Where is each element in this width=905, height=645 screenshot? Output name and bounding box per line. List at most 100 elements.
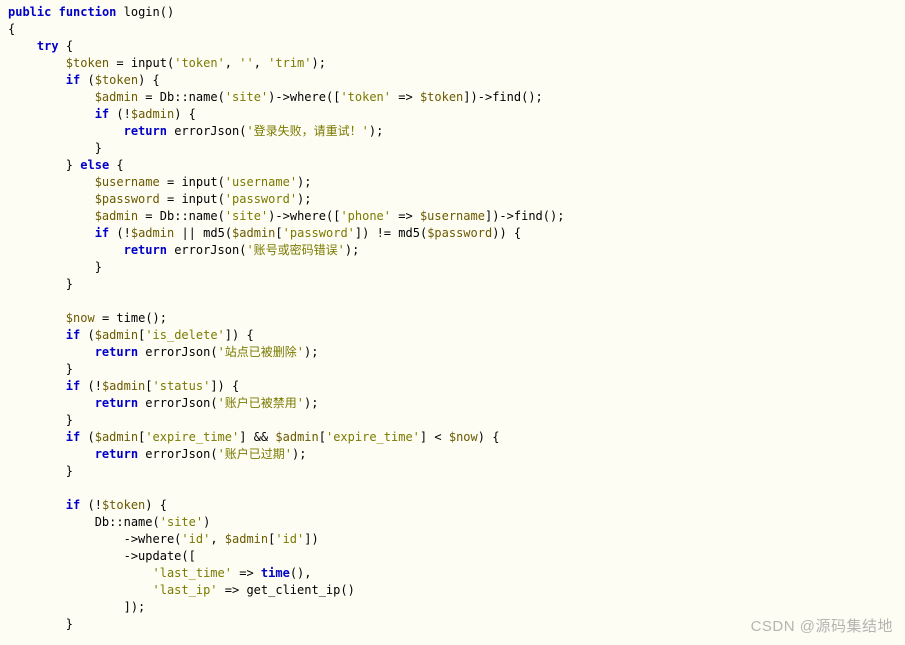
code-token: ( xyxy=(210,447,217,461)
code-token: ) xyxy=(203,515,210,529)
code-token: () xyxy=(340,583,354,597)
code-token: input xyxy=(181,175,217,189)
code-token: ( xyxy=(218,192,225,206)
code-token: ) { xyxy=(478,430,500,444)
code-token: $admin xyxy=(131,107,174,121)
code-token: time xyxy=(116,311,145,325)
code-line: if ($admin['expire_time'] && $admin['exp… xyxy=(8,430,499,444)
code-line: return errorJson('登录失败，请重试！'); xyxy=(8,124,383,138)
code-line: Db::name('site') xyxy=(8,515,210,529)
code-token: => xyxy=(398,90,412,104)
code-token: ); xyxy=(304,396,318,410)
code-token: if xyxy=(66,498,80,512)
code-token: 'username' xyxy=(225,175,297,189)
code-token: if xyxy=(66,73,80,87)
code-token: 'status' xyxy=(153,379,211,393)
code-token: input xyxy=(181,192,217,206)
code-token: where xyxy=(290,209,326,223)
code-token: ); xyxy=(369,124,383,138)
code-token: ( xyxy=(218,175,225,189)
code-token: if xyxy=(66,379,80,393)
code-line: } else { xyxy=(8,158,124,172)
code-line: if ($token) { xyxy=(8,73,160,87)
code-token: ] xyxy=(420,430,427,444)
code-line: 'last_ip' => get_client_ip() xyxy=(8,583,355,597)
code-token: '站点已被删除' xyxy=(218,345,304,359)
code-token: { xyxy=(66,39,73,53)
code-token: )) { xyxy=(492,226,521,240)
code-token: $password xyxy=(95,192,160,206)
code-line: if (!$admin) { xyxy=(8,107,196,121)
code-token: 'phone' xyxy=(340,209,391,223)
code-token: 'is_delete' xyxy=(145,328,224,342)
code-token: )-> xyxy=(268,90,290,104)
code-token: ( xyxy=(210,345,217,359)
code-token: time xyxy=(261,566,290,580)
code-token: if xyxy=(66,328,80,342)
code-token: ( xyxy=(225,226,232,240)
code-line: ]); xyxy=(8,600,145,614)
code-token: ]) { xyxy=(225,328,254,342)
code-token: ) { xyxy=(174,107,196,121)
code-token: )-> xyxy=(268,209,290,223)
code-token: , xyxy=(254,56,268,70)
code-token: ([ xyxy=(326,209,340,223)
code-token: ]); xyxy=(124,600,146,614)
code-token: , xyxy=(210,532,224,546)
code-token: $admin xyxy=(131,226,174,240)
code-token: ([ xyxy=(181,549,195,563)
code-token: = xyxy=(145,90,152,104)
code-token: (! xyxy=(87,379,101,393)
code-token: function xyxy=(59,5,117,19)
code-token: } xyxy=(66,277,73,291)
code-token: errorJson xyxy=(145,345,210,359)
code-line: $token = input('token', '', 'trim'); xyxy=(8,56,326,70)
code-line: $password = input('password'); xyxy=(8,192,312,206)
code-token: (! xyxy=(116,107,130,121)
code-token: -> xyxy=(124,532,138,546)
code-token: (); xyxy=(521,90,543,104)
code-token: :: xyxy=(109,515,123,529)
code-token: 'id' xyxy=(275,532,304,546)
code-token: { xyxy=(8,22,15,36)
code-token: $admin xyxy=(232,226,275,240)
code-token: $token xyxy=(66,56,109,70)
watermark-text: CSDN @源码集结地 xyxy=(751,618,893,635)
code-token: => xyxy=(225,583,239,597)
code-token: ); xyxy=(297,175,311,189)
code-token: public xyxy=(8,5,51,19)
code-token: ])-> xyxy=(463,90,492,104)
code-token: 'id' xyxy=(181,532,210,546)
code-token: update xyxy=(138,549,181,563)
code-token: , xyxy=(225,56,239,70)
code-token: else xyxy=(80,158,109,172)
code-token: ( xyxy=(87,328,94,342)
code-line: $username = input('username'); xyxy=(8,175,312,189)
code-token: } xyxy=(66,158,73,172)
code-token: return xyxy=(95,396,138,410)
code-token: (); xyxy=(145,311,167,325)
code-token: 'trim' xyxy=(268,56,311,70)
code-token: errorJson xyxy=(174,124,239,138)
code-token: 'last_time' xyxy=(153,566,232,580)
code-token: ); xyxy=(297,192,311,206)
code-token: $token xyxy=(420,90,463,104)
code-token: ] xyxy=(239,430,246,444)
code-token: if xyxy=(95,226,109,240)
code-token: :: xyxy=(174,209,188,223)
code-token: errorJson xyxy=(174,243,239,257)
code-token: -> xyxy=(124,549,138,563)
code-token: } xyxy=(95,141,102,155)
code-token: ( xyxy=(87,430,94,444)
code-token: errorJson xyxy=(145,396,210,410)
code-line: return errorJson('账户已过期'); xyxy=(8,447,306,461)
code-token: ([ xyxy=(326,90,340,104)
code-token: ); xyxy=(304,345,318,359)
code-line: ->update([ xyxy=(8,549,196,563)
code-token: 'expire_time' xyxy=(145,430,239,444)
code-line: } xyxy=(8,141,102,155)
code-line: } xyxy=(8,362,73,376)
code-line: } xyxy=(8,464,73,478)
code-line: } xyxy=(8,260,102,274)
code-token: ); xyxy=(345,243,359,257)
